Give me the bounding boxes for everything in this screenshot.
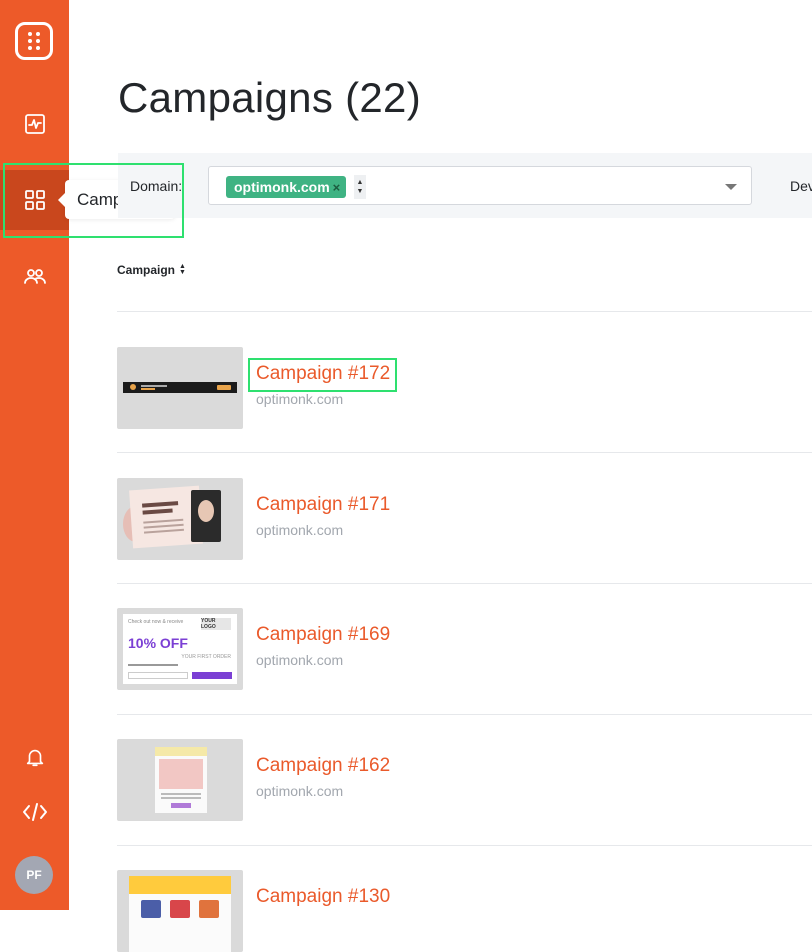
campaign-name-link[interactable]: Campaign #162 [256, 755, 390, 777]
table-row: Campaign #171 optimonk.com [117, 478, 812, 560]
thumb-subline: YOUR FIRST ORDER [181, 654, 231, 660]
campaign-thumbnail[interactable] [117, 478, 243, 560]
divider [117, 311, 812, 312]
table-row: Campaign #172 optimonk.com [117, 347, 812, 429]
thumb-logo: YOUR LOGO [201, 618, 231, 630]
table-row: Check out now & receive YOUR LOGO 10% OF… [117, 608, 812, 690]
activity-chart-icon [24, 114, 45, 134]
divider [117, 583, 812, 584]
column-header-label: Campaign [117, 263, 176, 277]
domain-select[interactable]: optimonk.com × ▲ ▼ [208, 166, 752, 205]
domain-filter-label: Domain: [130, 178, 183, 194]
sidebar-item-notifications[interactable] [0, 727, 69, 787]
chip-remove-icon[interactable]: × [333, 180, 341, 195]
chevron-down-icon[interactable] [725, 184, 737, 190]
sidebar-item-subscribers[interactable] [0, 246, 69, 306]
sidebar: PF [0, 0, 69, 910]
sidebar-item-embed-code[interactable] [0, 782, 69, 842]
optimonk-logo-icon[interactable] [15, 22, 53, 60]
table-row: Campaign #130 [117, 870, 812, 952]
campaign-name-link[interactable]: Campaign #172 [256, 363, 390, 385]
divider [117, 452, 812, 453]
campaign-domain: optimonk.com [256, 391, 344, 407]
campaign-domain: optimonk.com [256, 522, 344, 538]
column-header-campaign[interactable]: Campaign ▲ ▼ [117, 263, 186, 277]
page-title: Campaigns (22) [118, 74, 421, 121]
domain-chip: optimonk.com × [226, 176, 347, 198]
bell-icon [26, 749, 43, 767]
campaign-domain: optimonk.com [256, 652, 344, 668]
campaign-thumbnail[interactable] [117, 347, 243, 429]
campaign-thumbnail[interactable]: Check out now & receive YOUR LOGO 10% OF… [117, 608, 243, 690]
users-icon [23, 269, 46, 284]
grid-icon [24, 190, 45, 210]
thumb-small-text: Check out now & receive [128, 619, 184, 625]
sidebar-item-dashboard[interactable] [0, 94, 69, 154]
code-icon [22, 803, 47, 821]
table-row: Campaign #162 optimonk.com [117, 739, 812, 821]
device-filter-label: Dev [790, 178, 812, 194]
chip-stepper-icon[interactable]: ▲ ▼ [354, 175, 366, 199]
domain-chip-label: optimonk.com [234, 179, 330, 195]
campaign-thumbnail[interactable] [117, 870, 243, 952]
thumb-headline: 10% OFF [128, 635, 188, 651]
campaign-thumbnail[interactable] [117, 739, 243, 821]
divider [117, 714, 812, 715]
avatar[interactable]: PF [15, 856, 53, 894]
campaign-name-link[interactable]: Campaign #169 [256, 624, 390, 646]
divider [117, 845, 812, 846]
filter-bar: Domain: optimonk.com × ▲ ▼ Dev [118, 153, 812, 218]
campaign-name-link[interactable]: Campaign #171 [256, 494, 390, 516]
sort-icon: ▲ ▼ [179, 263, 186, 276]
campaign-domain: optimonk.com [256, 783, 344, 799]
campaign-name-link[interactable]: Campaign #130 [256, 886, 390, 908]
